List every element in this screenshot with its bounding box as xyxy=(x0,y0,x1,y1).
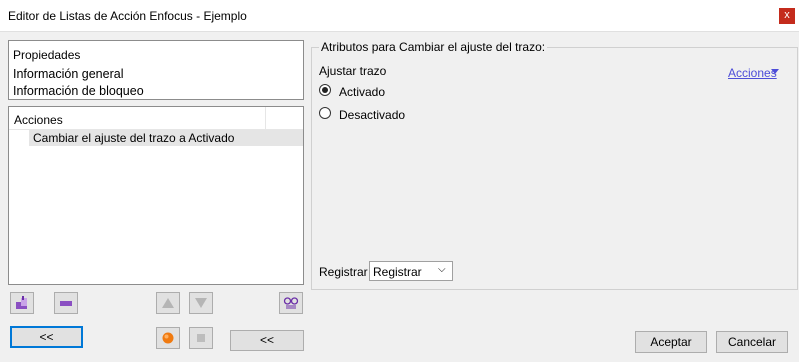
properties-header: Propiedades xyxy=(13,48,81,62)
radio-desactivado[interactable] xyxy=(319,107,331,119)
column-separator xyxy=(265,107,266,129)
attributes-group xyxy=(311,47,798,290)
cancel-button[interactable]: Cancelar xyxy=(716,331,788,353)
register-select[interactable]: Registrar ⌵ xyxy=(369,261,453,281)
add-action-button[interactable] xyxy=(10,292,34,314)
properties-item-general[interactable]: Información general xyxy=(13,67,123,81)
window-title: Editor de Listas de Acción Enfocus - Eje… xyxy=(8,9,247,23)
actions-list-header-label: Acciones xyxy=(14,113,63,127)
properties-panel: Propiedades Información general Informac… xyxy=(8,40,304,100)
properties-item-lock[interactable]: Información de bloqueo xyxy=(13,84,144,98)
field-label: Ajustar trazo xyxy=(319,64,387,78)
move-down-button[interactable] xyxy=(189,292,213,314)
actions-list-header: Acciones xyxy=(9,107,303,130)
remove-action-icon xyxy=(60,301,72,306)
close-button[interactable]: x xyxy=(779,8,795,24)
attributes-group-title: Atributos para Cambiar el ajuste del tra… xyxy=(319,40,548,54)
record-icon xyxy=(162,332,174,344)
record-button[interactable] xyxy=(156,327,180,349)
radio-desactivado-label[interactable]: Desactivado xyxy=(339,108,405,122)
radio-activado[interactable] xyxy=(319,84,331,96)
title-bar: Editor de Listas de Acción Enfocus - Eje… xyxy=(0,0,799,32)
ok-button[interactable]: Aceptar xyxy=(635,331,707,353)
radio-activado-label[interactable]: Activado xyxy=(339,85,385,99)
add-action-icon xyxy=(16,296,27,309)
list-item[interactable]: Cambiar el ajuste del trazo a Activado xyxy=(29,130,303,146)
stop-icon xyxy=(197,334,205,342)
actions-link[interactable]: Acciones xyxy=(728,66,777,80)
move-up-button[interactable] xyxy=(156,292,180,314)
preview-glasses-icon xyxy=(283,297,299,309)
stop-button[interactable] xyxy=(189,327,213,349)
chevron-down-icon: ⌵ xyxy=(438,264,446,275)
mid-collapse-button[interactable]: << xyxy=(230,330,304,351)
left-collapse-button[interactable]: << xyxy=(10,326,83,348)
move-down-icon xyxy=(195,298,207,308)
register-label: Registrar xyxy=(319,265,368,279)
remove-action-button[interactable] xyxy=(54,292,78,314)
list-item-label: Cambiar el ajuste del trazo a Activado xyxy=(33,131,235,145)
actions-list: Acciones Cambiar el ajuste del trazo a A… xyxy=(8,106,304,285)
register-select-value: Registrar xyxy=(373,265,422,279)
preview-button[interactable] xyxy=(279,292,303,314)
chevron-down-icon[interactable] xyxy=(771,69,779,74)
move-up-icon xyxy=(162,298,174,308)
